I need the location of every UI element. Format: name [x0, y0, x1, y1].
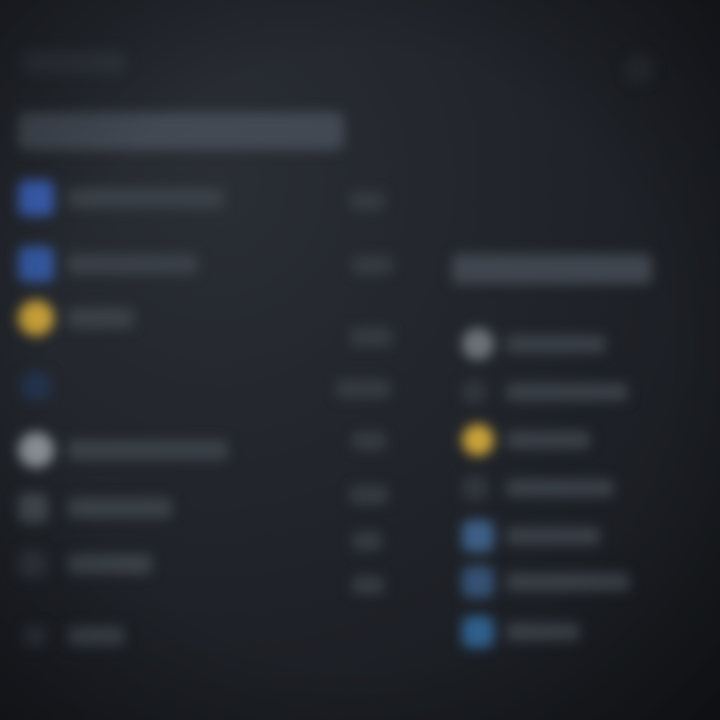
list-item-label — [68, 498, 172, 518]
list-item-label — [68, 254, 198, 274]
app-icon-blue — [18, 180, 54, 216]
share-sheet-screen — [0, 0, 720, 720]
list-item-label — [68, 440, 228, 460]
app-icon-gold — [462, 424, 494, 456]
list-item-label — [350, 192, 384, 210]
app-icon-dim — [462, 475, 488, 501]
list-item[interactable] — [462, 468, 662, 508]
app-icon-blue — [18, 246, 54, 282]
list-item[interactable] — [16, 364, 246, 408]
app-icon-navy — [22, 372, 50, 400]
list-item[interactable] — [462, 420, 662, 460]
avatar-icon — [462, 328, 494, 360]
details-panel — [440, 240, 670, 660]
page-title — [18, 112, 344, 150]
list-item[interactable] — [16, 242, 246, 286]
app-icon-steel — [462, 520, 494, 552]
list-item-label — [336, 380, 390, 398]
list-item[interactable] — [16, 428, 246, 472]
blurred-content — [0, 0, 720, 720]
list-item[interactable] — [462, 612, 662, 652]
list-item[interactable] — [16, 542, 246, 586]
avatar-icon — [18, 432, 54, 468]
app-icon-gold — [18, 300, 54, 336]
list-item-label — [350, 328, 392, 346]
list-item-label — [350, 486, 388, 504]
list-item-label — [68, 554, 152, 574]
app-icon-dim — [18, 550, 46, 578]
list-item[interactable] — [16, 486, 246, 530]
list-item-label — [506, 479, 614, 497]
list-item[interactable] — [462, 372, 662, 412]
list-item[interactable] — [462, 562, 662, 602]
list-item[interactable] — [462, 324, 662, 364]
list-item[interactable] — [16, 614, 246, 658]
list-item-label — [506, 573, 630, 591]
list-item-label — [506, 527, 600, 545]
header-label — [22, 50, 126, 74]
app-icon-slate — [18, 493, 48, 523]
close-button[interactable] — [624, 54, 654, 84]
middle-list — [300, 180, 410, 620]
list-item-label — [506, 623, 580, 641]
list-item-label — [68, 308, 134, 328]
list-item-label — [352, 576, 384, 594]
app-icon-dim — [24, 625, 46, 647]
list-item-label — [506, 431, 590, 449]
list-item-label — [352, 256, 392, 274]
list-item[interactable] — [462, 516, 662, 556]
list-item[interactable] — [16, 296, 246, 340]
list-item[interactable] — [16, 176, 246, 220]
list-item-label — [352, 532, 382, 550]
list-item-label — [506, 383, 628, 401]
app-icon-azure — [462, 616, 494, 648]
list-item-label — [68, 188, 224, 208]
app-icon-dim — [462, 380, 486, 404]
list-item-label — [506, 335, 606, 353]
panel-title — [452, 254, 652, 284]
app-icon-steel — [462, 566, 494, 598]
left-list — [16, 176, 246, 656]
list-item-label — [352, 432, 386, 450]
list-item-label — [68, 626, 124, 646]
